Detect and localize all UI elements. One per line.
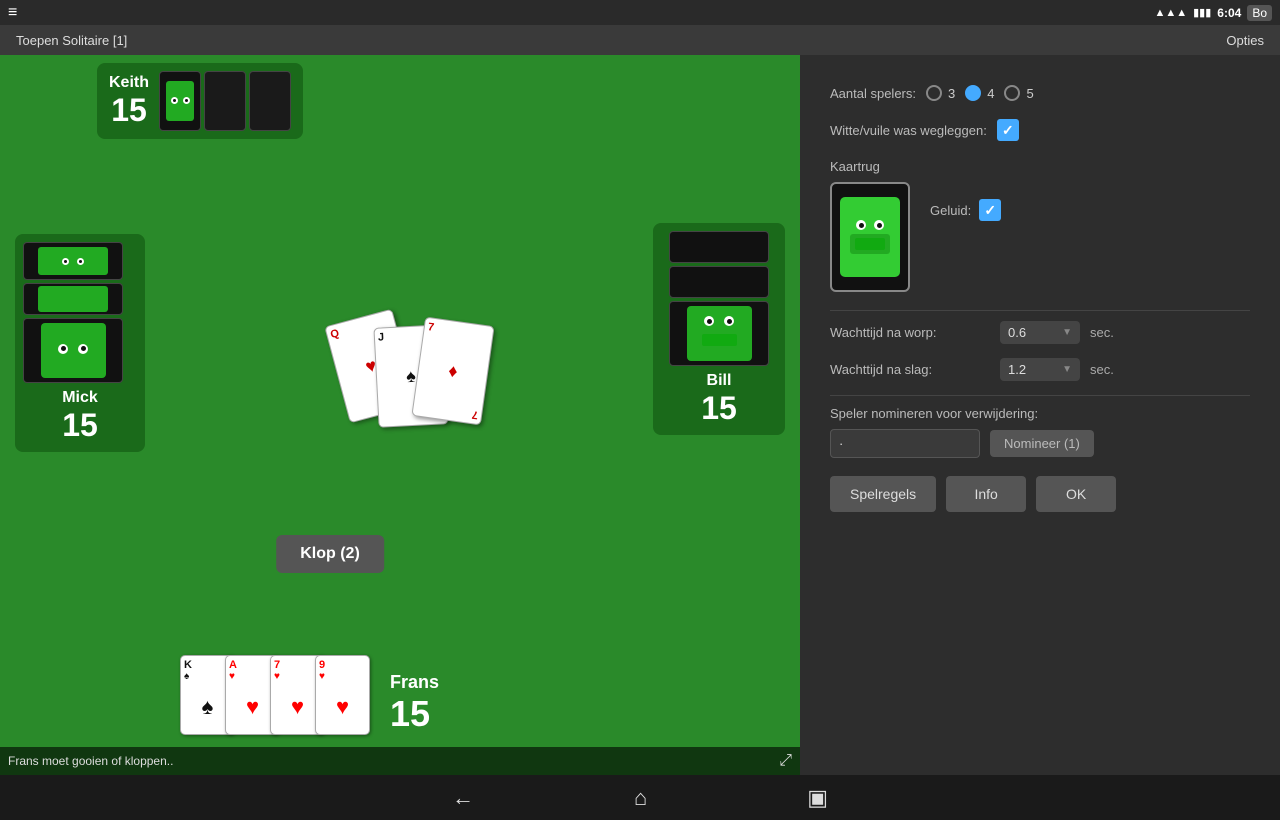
mick-cards <box>23 242 137 383</box>
pupil-left <box>859 223 864 228</box>
game-status-text: Frans moet gooien of kloppen.. <box>8 754 173 768</box>
main-content: Keith 15 <box>0 55 1280 775</box>
bill-card-3 <box>669 301 769 366</box>
keith-card-3 <box>249 71 291 131</box>
player-keith-box: Keith 15 <box>97 63 303 139</box>
kaartrug-section: Kaartrug <box>830 159 910 292</box>
back-button[interactable]: ← <box>452 785 474 811</box>
spelers-label: Aantal spelers: <box>830 86 916 101</box>
keith-cards <box>159 71 291 131</box>
radio-3[interactable] <box>926 85 942 101</box>
nomineer-section: Speler nomineren voor verwijdering: · No… <box>830 406 1250 458</box>
status-bar: ≡ ▲▲▲ ▮▮▮ 6:04 Bo <box>0 0 1280 25</box>
divider-1 <box>830 310 1250 311</box>
user-initials: Bo <box>1247 5 1272 21</box>
nomineer-button[interactable]: Nomineer (1) <box>990 430 1094 457</box>
witte-checkbox[interactable]: ✓ <box>997 119 1019 141</box>
geluid-section: Geluid: ✓ <box>930 199 1001 221</box>
options-panel: Aantal spelers: 3 4 5 Witte/vuile was we… <box>800 55 1280 775</box>
radio-5[interactable] <box>1004 85 1020 101</box>
ok-button[interactable]: OK <box>1036 476 1116 512</box>
spelers-4[interactable]: 4 <box>965 85 994 101</box>
frans-cards: K ♠ ♠ A ♥ ♥ 7 ♥ ♥ 9 <box>180 655 370 735</box>
klop-button[interactable]: Klop (2) <box>276 535 384 573</box>
slag-row: Wachttijd na slag: 1.2 ▼ sec. <box>830 358 1250 381</box>
home-button[interactable]: ⌂ <box>634 785 647 811</box>
worp-arrow[interactable]: ▼ <box>1062 327 1072 338</box>
nomineer-input-row: · Nomineer (1) <box>830 429 1250 458</box>
spelers-3[interactable]: 3 <box>926 85 955 101</box>
frans-name: Frans <box>390 672 439 693</box>
slag-input[interactable]: 1.2 ▼ <box>1000 358 1080 381</box>
keith-name: Keith <box>109 74 149 92</box>
keith-card-1 <box>159 71 201 131</box>
mick-card-3 <box>23 318 123 383</box>
kaartrug-label: Kaartrug <box>830 159 910 174</box>
title-bar: Toepen Solitaire [1] Opties <box>0 25 1280 55</box>
game-status-bar: Frans moet gooien of kloppen.. ⤢ <box>0 747 800 775</box>
keith-score: 15 <box>109 92 149 129</box>
expand-icon[interactable]: ⤢ <box>779 752 792 770</box>
spelregels-button[interactable]: Spelregels <box>830 476 936 512</box>
keith-card-2 <box>204 71 246 131</box>
monster-preview <box>840 197 900 277</box>
signal-icon: ▲▲▲ <box>1154 7 1187 19</box>
mick-score: 15 <box>23 407 137 444</box>
bill-cards <box>669 231 769 366</box>
action-buttons: Spelregels Info OK <box>830 476 1250 512</box>
pupil-right <box>877 223 882 228</box>
monster-eyes <box>856 220 884 230</box>
game-area: Keith 15 <box>0 55 800 775</box>
center-card-3: 7 ♦ 7 <box>411 317 494 426</box>
nomineer-input[interactable]: · <box>830 429 980 458</box>
radio-4[interactable] <box>965 85 981 101</box>
nav-bar: ← ⌂ ▣ <box>0 775 1280 820</box>
player-mick-area: Mick 15 <box>15 234 145 452</box>
player-bill-box: Bill 15 <box>653 223 785 435</box>
worp-label: Wachttijd na worp: <box>830 325 990 340</box>
time-display: 6:04 <box>1217 6 1241 20</box>
player-keith-area: Keith 15 <box>97 63 303 139</box>
player-frans-info: Frans 15 <box>390 672 439 735</box>
bill-card-2 <box>669 266 769 298</box>
geluid-checkbox[interactable]: ✓ <box>979 199 1001 221</box>
frans-card-9[interactable]: 9 ♥ ♥ <box>315 655 370 735</box>
spelers-5[interactable]: 5 <box>1004 85 1033 101</box>
kaartrug-row: Kaartrug <box>830 159 1250 292</box>
slag-sec: sec. <box>1090 362 1114 377</box>
battery-icon: ▮▮▮ <box>1193 6 1211 19</box>
spelers-row: Aantal spelers: 3 4 5 <box>830 85 1250 101</box>
monster-body <box>850 234 890 254</box>
slag-arrow[interactable]: ▼ <box>1062 364 1072 375</box>
player-frans-area: K ♠ ♠ A ♥ ♥ 7 ♥ ♥ 9 <box>180 655 439 735</box>
witte-row: Witte/vuile was wegleggen: ✓ <box>830 119 1250 141</box>
monster-eye-left <box>856 220 866 230</box>
mick-card-1 <box>23 242 123 280</box>
nomineer-label: Speler nomineren voor verwijdering: <box>830 406 1250 421</box>
monster-detail <box>855 238 885 250</box>
bill-name: Bill <box>669 372 769 390</box>
witte-label: Witte/vuile was wegleggen: <box>830 123 987 138</box>
mick-card-2 <box>23 283 123 315</box>
bill-score: 15 <box>669 390 769 427</box>
apps-button[interactable]: ▣ <box>807 785 828 811</box>
options-title: Opties <box>1226 33 1264 48</box>
monster-eye-right <box>874 220 884 230</box>
mick-name: Mick <box>23 389 137 407</box>
card-back-preview[interactable] <box>830 182 910 292</box>
game-title: Toepen Solitaire [1] <box>16 33 127 48</box>
divider-2 <box>830 395 1250 396</box>
worp-sec: sec. <box>1090 325 1114 340</box>
geluid-label: Geluid: <box>930 203 971 218</box>
worp-input[interactable]: 0.6 ▼ <box>1000 321 1080 344</box>
worp-row: Wachttijd na worp: 0.6 ▼ sec. <box>830 321 1250 344</box>
bill-card-1 <box>669 231 769 263</box>
frans-score: 15 <box>390 693 439 735</box>
player-bill-area: Bill 15 <box>653 223 785 435</box>
menu-icon[interactable]: ≡ <box>8 4 17 22</box>
slag-label: Wachttijd na slag: <box>830 362 990 377</box>
player-mick-box: Mick 15 <box>15 234 145 452</box>
center-cards: Q ♥ Q J ♠ J 7 ♦ 7 <box>336 316 496 496</box>
info-button[interactable]: Info <box>946 476 1026 512</box>
